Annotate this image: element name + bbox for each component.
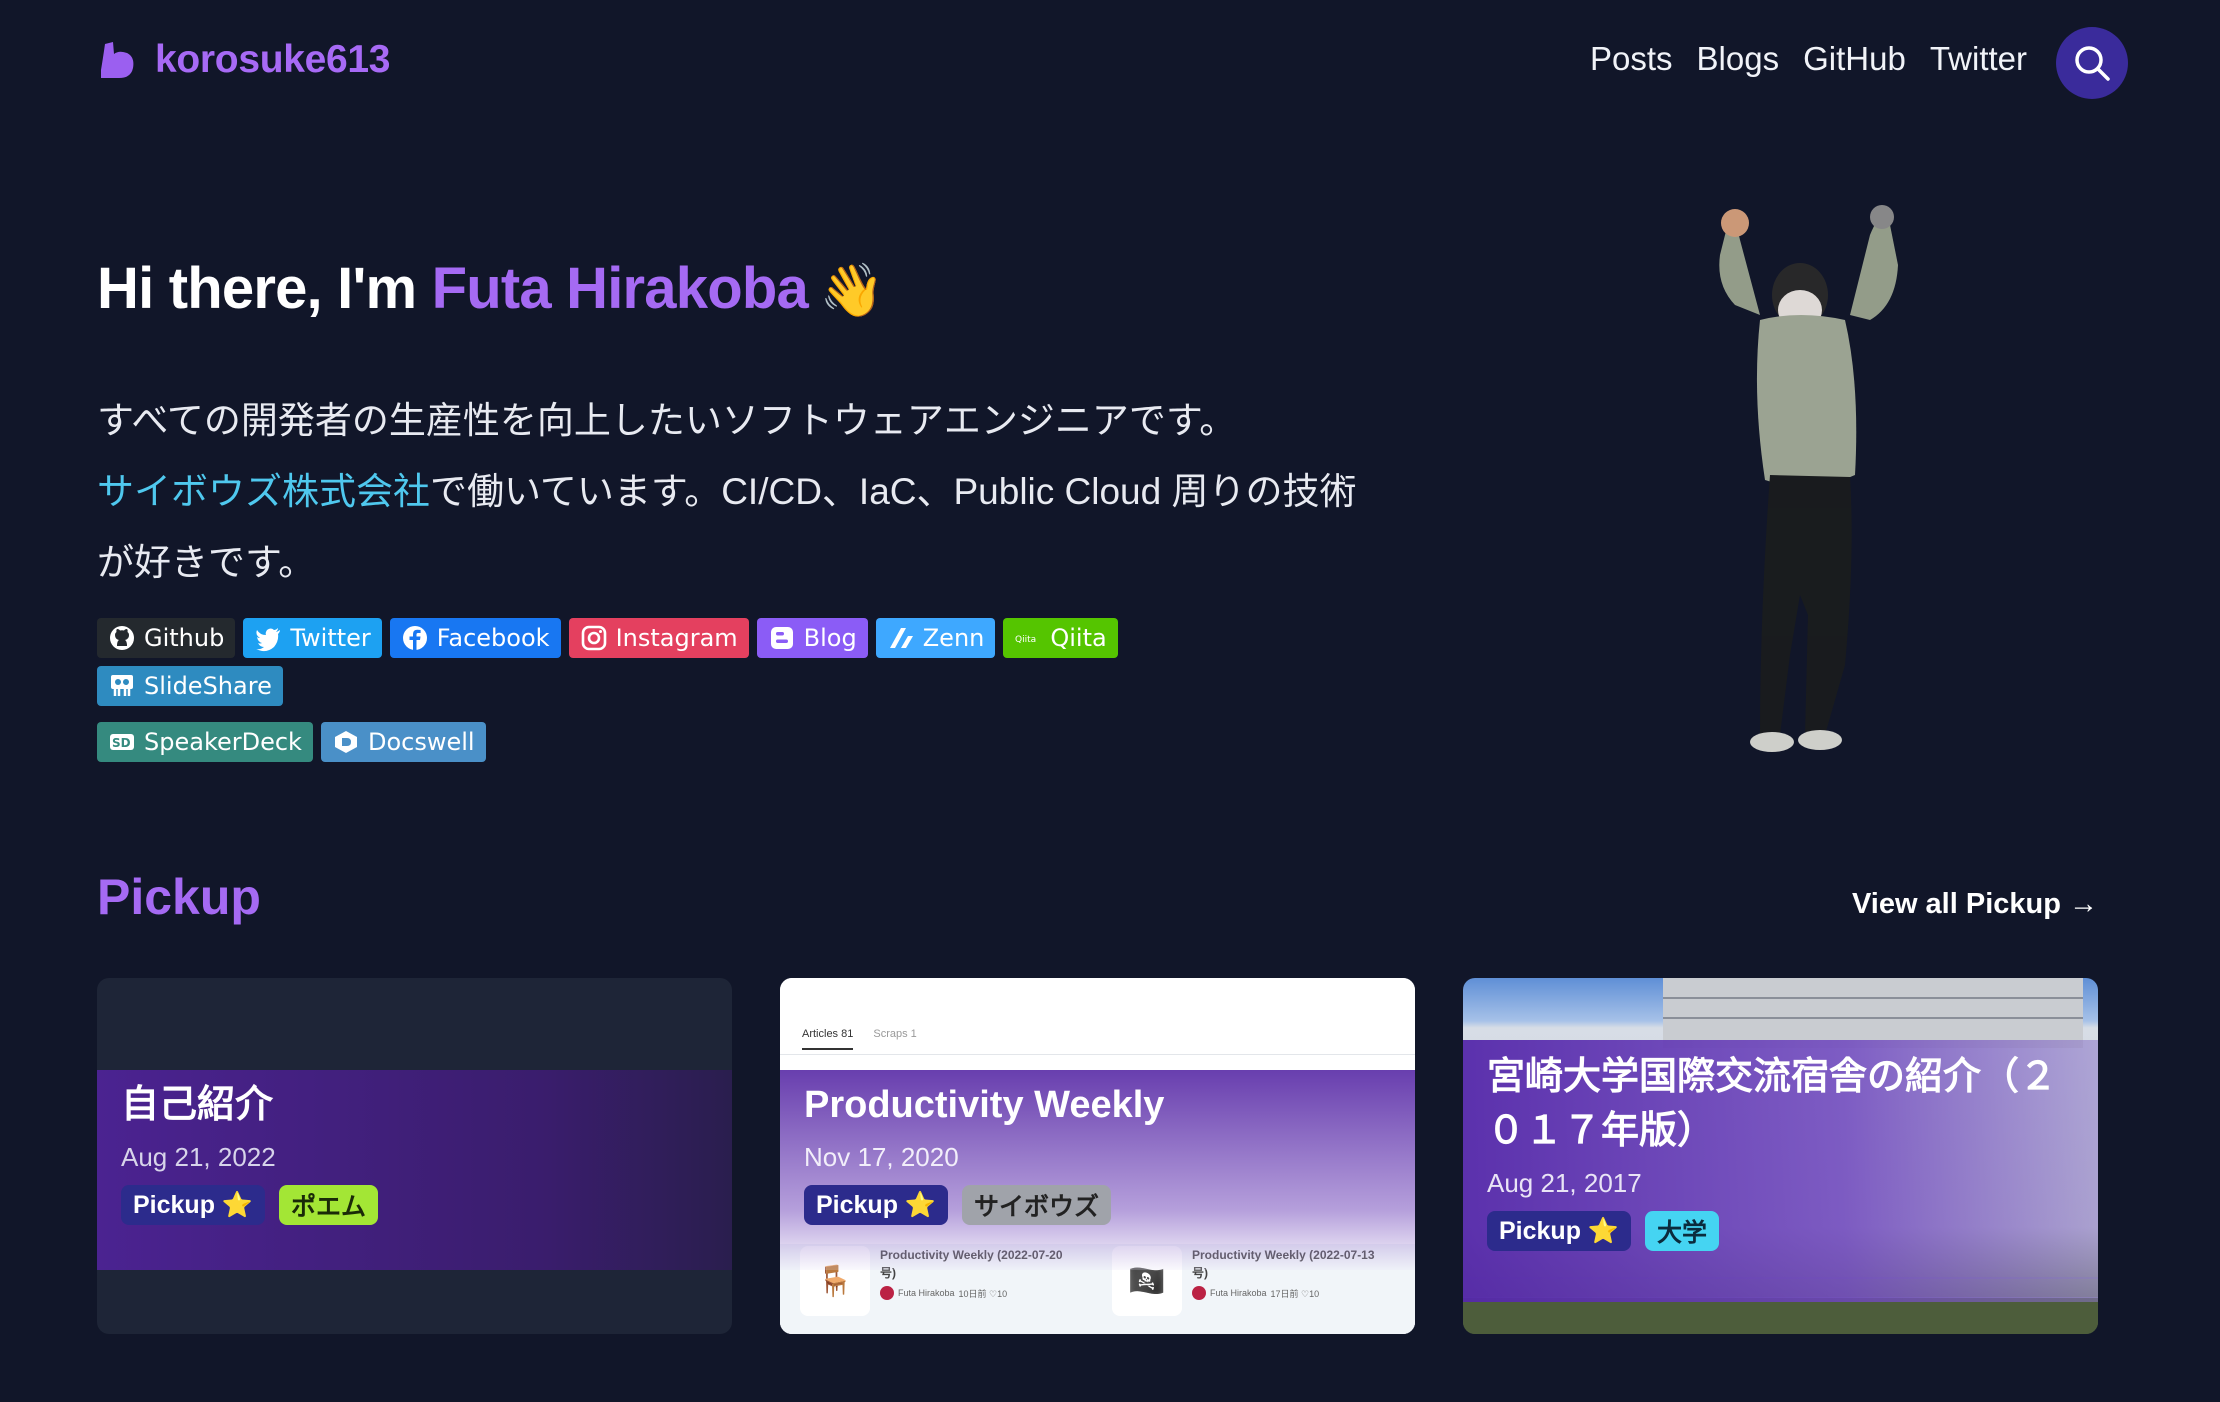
tag-poem[interactable]: ポエム	[279, 1185, 379, 1225]
badge-instagram[interactable]: Instagram	[568, 618, 749, 658]
brand-name: korosuke613	[155, 38, 391, 81]
hero-greeting: Hi there, I'm	[97, 256, 432, 321]
waving-hand-icon: 👋	[819, 262, 885, 320]
instagram-icon	[581, 625, 606, 651]
docswell-icon	[334, 731, 357, 753]
badge-docswell[interactable]: Docswell	[320, 722, 486, 762]
badge-blog[interactable]: Blog	[756, 618, 868, 658]
nav-github[interactable]: GitHub	[1803, 40, 1906, 78]
card-overlay: 宮崎大学国際交流宿舎の紹介（２０１７年版） Aug 21, 2017 Picku…	[1463, 1040, 2098, 1302]
social-badges: Github Twitter Facebook Instagram Blog Z…	[97, 618, 1297, 762]
pickup-heading: Pickup	[97, 869, 261, 925]
search-icon	[2075, 46, 2110, 81]
tag-cybozu[interactable]: サイボウズ	[962, 1185, 1112, 1225]
card-title: 宮崎大学国際交流宿舎の紹介（２０１７年版）	[1487, 1056, 2058, 1152]
site-brand[interactable]: korosuke613	[97, 38, 390, 82]
badge-qiita[interactable]: Qiita Qiita	[1003, 618, 1118, 658]
pickup-card[interactable]: Articles 81 Scraps 1 🪑 Productivity Week…	[780, 978, 1415, 1334]
company-link[interactable]: サイボウズ株式会社	[97, 471, 430, 512]
badge-zenn[interactable]: Zenn	[875, 618, 996, 658]
nav-blogs[interactable]: Blogs	[1697, 40, 1780, 78]
view-all-pickup-link[interactable]: View all Pickup →	[1852, 888, 2098, 921]
bio-line1: すべての開発者の生産性を向上したいソフトウェアエンジニアです。	[97, 400, 1237, 441]
twitter-icon	[256, 628, 281, 652]
nav-posts[interactable]: Posts	[1590, 40, 1673, 78]
card-title: 自己紹介	[121, 1084, 274, 1126]
pickup-card[interactable]: 自己紹介 Aug 21, 2022 Pickup ⭐ ポエム	[97, 978, 732, 1334]
pickup-card[interactable]: 宮崎大学国際交流宿舎の紹介（２０１７年版） Aug 21, 2017 Picku…	[1463, 978, 2098, 1334]
bio: すべての開発者の生産性を向上したいソフトウェアエンジニアです。 サイボウズ株式会…	[97, 385, 1357, 598]
badge-speakerdeck[interactable]: SD SpeakerDeck	[97, 722, 313, 762]
tag-pickup[interactable]: Pickup ⭐	[1487, 1211, 1632, 1251]
svg-text:SD: SD	[112, 736, 131, 750]
avatar	[880, 1286, 894, 1300]
slideshare-icon	[111, 675, 133, 696]
zenn-icon	[889, 628, 913, 648]
qiita-icon: Qiita	[1015, 635, 1036, 645]
facebook-icon	[402, 626, 427, 650]
card-date: Aug 21, 2017	[1487, 1168, 1642, 1198]
tab-scraps: Scraps 1	[873, 1028, 917, 1040]
badge-facebook[interactable]: Facebook	[389, 618, 561, 658]
hero-name: Futa Hirakoba	[431, 256, 809, 321]
card-date: Aug 21, 2022	[121, 1142, 276, 1172]
badge-github[interactable]: Github	[97, 618, 236, 658]
search-button[interactable]	[2056, 27, 2128, 99]
main-nav: Posts Blogs GitHub Twitter	[1590, 40, 2027, 78]
card-title: Productivity Weekly	[804, 1084, 1165, 1126]
speakerdeck-icon: SD	[110, 734, 134, 750]
card-date: Nov 17, 2020	[804, 1142, 959, 1172]
tag-university[interactable]: 大学	[1645, 1211, 1720, 1251]
profile-photo	[1719, 205, 1898, 752]
blogger-icon	[770, 627, 793, 649]
badge-slideshare[interactable]: SlideShare	[97, 666, 283, 706]
svg-text:Qiita: Qiita	[1015, 635, 1036, 645]
tab-articles: Articles 81	[802, 1028, 854, 1050]
hero-title: Hi there, I'm Futa Hirakoba 👋	[97, 255, 885, 322]
card-overlay: Productivity Weekly Nov 17, 2020 Pickup …	[780, 1070, 1415, 1270]
avatar	[1192, 1286, 1206, 1300]
tag-pickup[interactable]: Pickup ⭐	[804, 1185, 949, 1225]
card-overlay: 自己紹介 Aug 21, 2022 Pickup ⭐ ポエム	[97, 1070, 732, 1270]
badge-twitter[interactable]: Twitter	[243, 618, 382, 658]
github-icon	[110, 626, 134, 650]
nav-twitter[interactable]: Twitter	[1930, 40, 2027, 78]
flexed-arm-icon	[101, 42, 134, 78]
tag-pickup[interactable]: Pickup ⭐	[121, 1185, 266, 1225]
